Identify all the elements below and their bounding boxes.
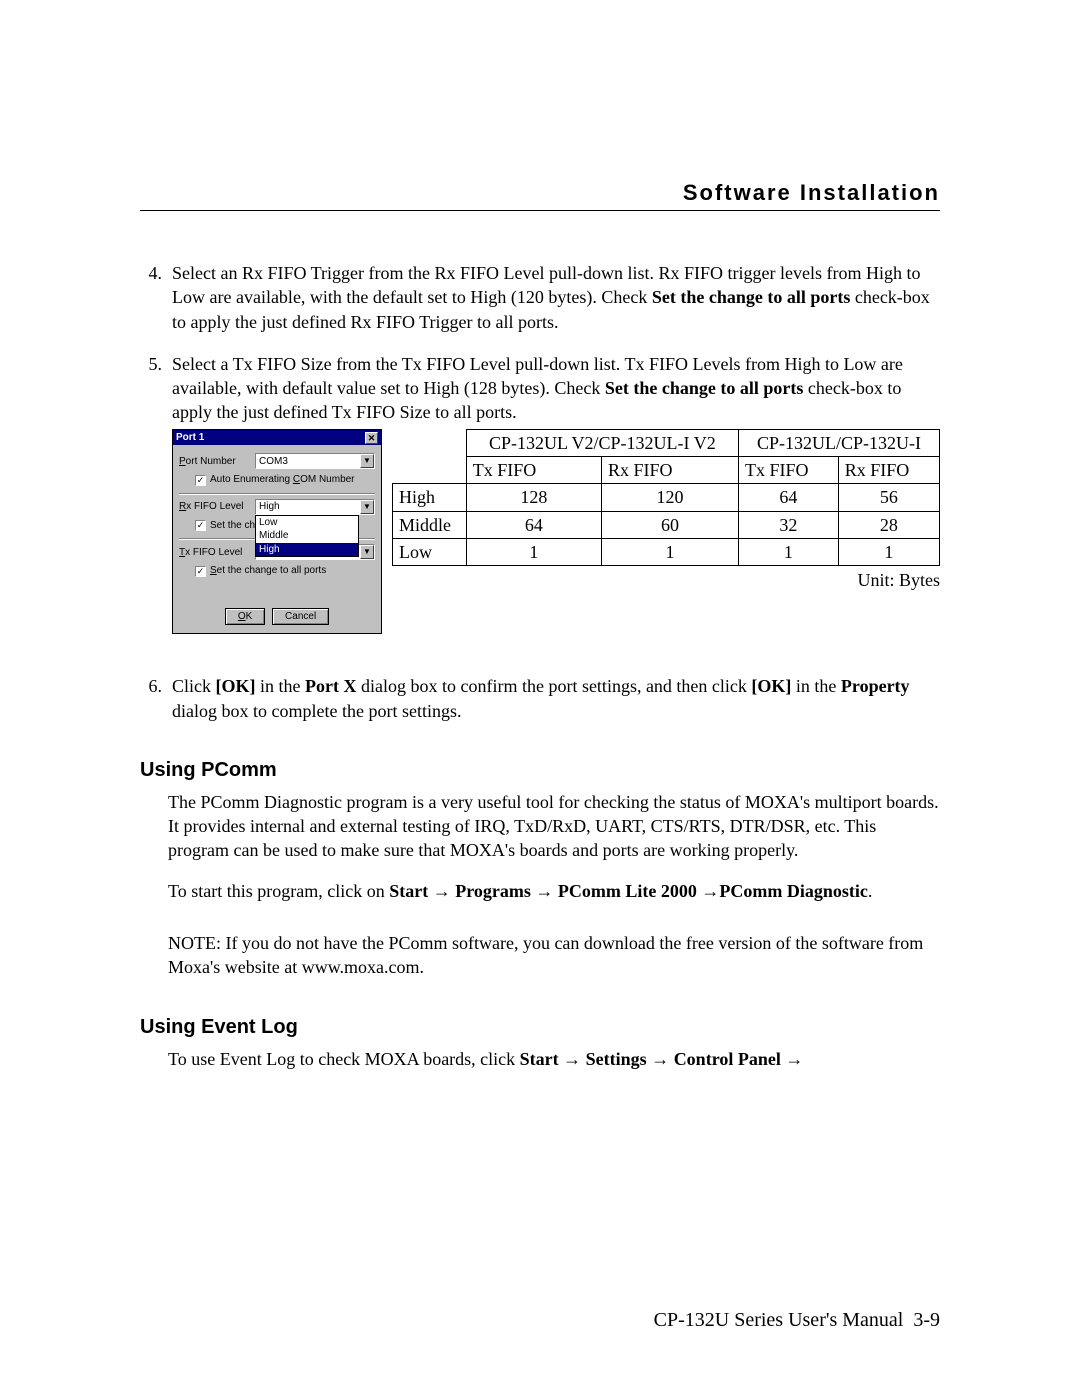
port-number-label: Port Number: [179, 455, 251, 469]
rx-fifo-select[interactable]: High ▼ Low Middle High: [255, 499, 375, 515]
table-row: High 128120 6456: [393, 484, 940, 511]
fifo-table: CP-132UL V2/CP-132UL-I V2 CP-132UL/CP-13…: [392, 429, 940, 566]
step-body: Select a Tx FIFO Size from the Tx FIFO L…: [172, 352, 940, 634]
step-4: 4. Select an Rx FIFO Trigger from the Rx…: [140, 261, 940, 334]
dropdown-option[interactable]: Low: [256, 516, 358, 530]
page-header: Software Installation: [140, 180, 940, 211]
step-5: 5. Select a Tx FIFO Size from the Tx FIF…: [140, 352, 940, 634]
paragraph: To start this program, click on Start → …: [168, 879, 940, 903]
table-header: CP-132UL V2/CP-132UL-I V2: [466, 429, 738, 456]
ok-button[interactable]: OK: [225, 608, 265, 626]
unit-label: Unit: Bytes: [392, 568, 940, 592]
chevron-down-icon[interactable]: ▼: [360, 454, 374, 468]
dialog-title: Port 1: [176, 431, 204, 445]
tx-set-all-label: Set the change to all ports: [210, 564, 326, 578]
paragraph: The PComm Diagnostic program is a very u…: [168, 790, 940, 863]
tx-fifo-label: Tx FIFO Level: [179, 546, 251, 560]
chevron-down-icon[interactable]: ▼: [360, 500, 374, 514]
checkbox-icon: ✓: [195, 566, 206, 577]
step-number: 4.: [140, 261, 172, 334]
paragraph: NOTE: If you do not have the PComm softw…: [168, 931, 940, 980]
port-number-select[interactable]: COM3 ▼: [255, 453, 375, 469]
checkbox-icon: ✓: [195, 475, 206, 486]
step-body: Click [OK] in the Port X dialog box to c…: [172, 674, 940, 723]
auto-enum-label: Auto Enumerating COM Number: [210, 473, 355, 487]
auto-enum-checkbox[interactable]: ✓ Auto Enumerating COM Number: [179, 473, 375, 487]
table-row: Middle 6460 3228: [393, 511, 940, 538]
checkbox-icon: ✓: [195, 520, 206, 531]
section-heading-eventlog: Using Event Log: [140, 1016, 940, 1039]
tx-set-all-checkbox[interactable]: ✓ Set the change to all ports: [179, 564, 375, 578]
chevron-down-icon[interactable]: ▼: [360, 545, 374, 559]
step-number: 6.: [140, 674, 172, 723]
step-number: 5.: [140, 352, 172, 634]
rx-fifo-label: Rx FIFO Level: [179, 500, 251, 514]
rx-fifo-dropdown[interactable]: Low Middle High: [255, 515, 359, 558]
table-row: Low 11 11: [393, 538, 940, 565]
step-body: Select an Rx FIFO Trigger from the Rx FI…: [172, 261, 940, 334]
cancel-button[interactable]: Cancel: [272, 608, 329, 626]
dropdown-option[interactable]: High: [256, 543, 358, 557]
port-dialog: Port 1 ✕ Port Number COM3 ▼: [172, 429, 382, 635]
close-icon[interactable]: ✕: [365, 432, 378, 444]
section-heading-pcomm: Using PComm: [140, 759, 940, 782]
step-6: 6. Click [OK] in the Port X dialog box t…: [140, 674, 940, 723]
rx-set-all-label: Set the ch: [210, 519, 255, 533]
page-footer: CP-132U Series User's Manual 3-9: [0, 1309, 940, 1332]
dialog-titlebar[interactable]: Port 1 ✕: [173, 430, 381, 446]
paragraph: To use Event Log to check MOXA boards, c…: [168, 1047, 940, 1071]
table-header: CP-132UL/CP-132U-I: [738, 429, 939, 456]
dropdown-option[interactable]: Middle: [256, 529, 358, 543]
